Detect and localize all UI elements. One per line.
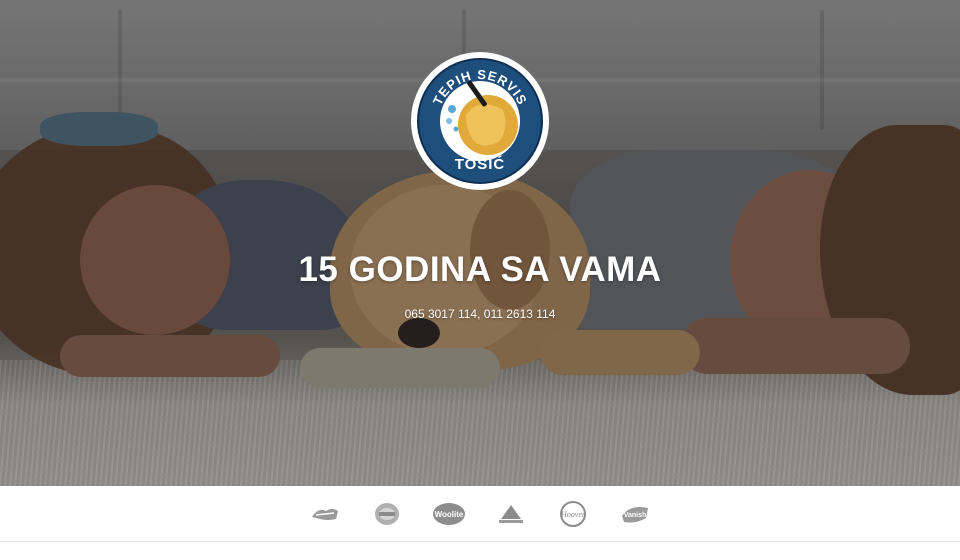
logo-bottom-text: TOŠIĆ xyxy=(454,156,506,173)
hero-headline: 15 GODINA SA VAMA xyxy=(298,250,662,289)
site-logo[interactable]: TEPIH SERVIS TOŠIĆ xyxy=(411,52,549,190)
footer-divider xyxy=(0,541,960,542)
hero-banner: TEPIH SERVIS TOŠIĆ 15 GODINA SA VAMA 065… xyxy=(0,0,960,486)
vanish-logo-text: Vanish xyxy=(624,512,647,519)
brand-logos-bar: Woolite Hoover Vanish xyxy=(0,486,960,542)
brand-logo-4-icon xyxy=(494,500,528,528)
hoover-logo-text: Hoover xyxy=(560,510,586,519)
brand-logo-2-icon xyxy=(370,500,404,528)
brand-logo-1-icon xyxy=(308,500,342,528)
woolite-logo-icon: Woolite xyxy=(432,500,466,528)
hero-phone-numbers[interactable]: 065 3017 114, 011 2613 114 xyxy=(0,307,960,321)
hoover-logo-icon: Hoover xyxy=(556,500,590,528)
woolite-logo-text: Woolite xyxy=(435,510,464,519)
vanish-logo-icon: Vanish xyxy=(618,500,652,528)
